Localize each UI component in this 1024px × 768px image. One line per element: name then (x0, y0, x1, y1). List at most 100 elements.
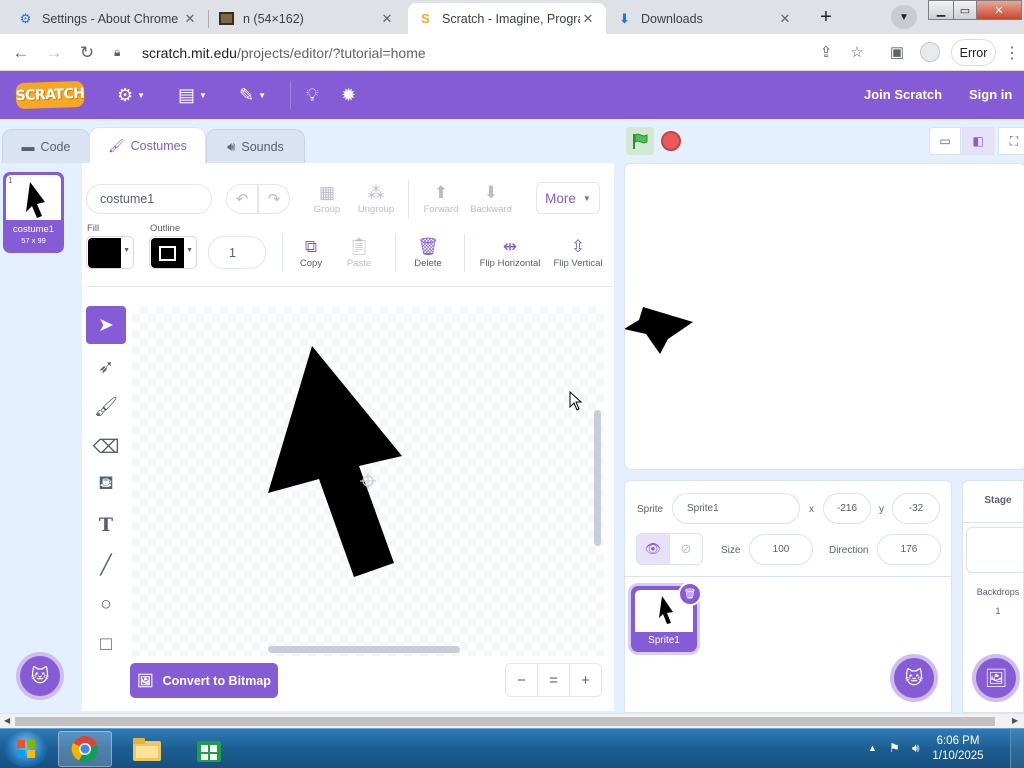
scrollbar-thumb[interactable] (15, 717, 995, 726)
circle-tool[interactable]: ○ (86, 586, 126, 624)
y-input[interactable]: -32 (892, 493, 940, 524)
tool-label: Forward (423, 204, 459, 215)
direction-input[interactable]: 176 (877, 534, 941, 565)
flip-horizontal-button[interactable]: ⇹ Flip Horizontal (476, 236, 544, 269)
share-icon[interactable]: ⇪ (814, 40, 838, 64)
side-panel-icon[interactable]: ▣ (885, 40, 909, 64)
close-window-button[interactable]: ✕ (976, 0, 1022, 20)
fill-color-picker[interactable]: ▼ (86, 236, 134, 269)
normal-stage-button[interactable]: ◧ (962, 127, 994, 155)
minimize-button[interactable]: ▁ (928, 0, 954, 20)
page-horizontal-scrollbar[interactable]: ◀ ▶ (0, 713, 1024, 728)
group-button[interactable]: ▦ Group (312, 182, 342, 215)
volume-icon[interactable]: 🔊︎ (912, 741, 920, 756)
fill-tool[interactable]: ⛾ (86, 466, 126, 504)
undo-button[interactable]: ↶ (226, 184, 258, 214)
taskbar-explorer[interactable] (120, 731, 174, 767)
edit-menu[interactable]: ✎ ▼ (239, 84, 266, 106)
tab-sounds[interactable]: 🔊︎ Sounds (206, 129, 305, 163)
sign-in-link[interactable]: Sign in (969, 87, 1012, 102)
reshape-tool[interactable]: ➶ (86, 348, 126, 386)
canvas-vertical-scrollbar[interactable] (594, 410, 601, 546)
hide-sprite-button[interactable]: ⊘ (669, 533, 703, 565)
tab-settings[interactable]: ⚙ Settings - About Chrome ✕ (8, 3, 208, 34)
outline-width-input[interactable]: 1 (208, 236, 266, 269)
join-scratch-link[interactable]: Join Scratch (864, 87, 942, 102)
zoom-in-button[interactable]: + (569, 663, 602, 697)
small-stage-button[interactable]: ▭ (929, 127, 961, 155)
choose-costume-button[interactable]: 🐱︎ (16, 652, 64, 700)
chrome-icon (71, 736, 98, 762)
start-button[interactable] (4, 731, 48, 767)
canvas-horizontal-scrollbar[interactable] (268, 646, 460, 653)
paint-canvas[interactable] (132, 306, 604, 656)
x-input[interactable]: -216 (823, 493, 871, 524)
select-tool[interactable]: ➤ (86, 306, 126, 344)
show-hidden-icons[interactable]: ▲ (868, 743, 877, 753)
more-button[interactable]: More ▼ (536, 182, 600, 214)
backward-button[interactable]: ⬇ Backward (468, 182, 514, 215)
scratch-logo[interactable]: SCRATCH (15, 80, 85, 110)
convert-to-bitmap-button[interactable]: 🖼︎ Convert to Bitmap (130, 663, 278, 698)
tutorials-button[interactable]: 💡︎ (306, 84, 319, 106)
text-tool[interactable]: T (86, 506, 126, 544)
costume-name-input[interactable]: costume1 (86, 184, 212, 214)
size-input[interactable]: 100 (749, 534, 813, 565)
zoom-out-button[interactable]: − (505, 663, 538, 697)
tab-image[interactable]: n (54×162) ✕ (209, 3, 405, 34)
stage-canvas[interactable] (624, 163, 1024, 470)
reload-button[interactable]: ↻ (74, 40, 100, 66)
close-icon[interactable]: ✕ (777, 11, 793, 27)
system-clock[interactable]: 6:06 PM 1/10/2025 (930, 734, 986, 764)
new-tab-button[interactable]: + (813, 5, 839, 29)
green-flag-button[interactable] (626, 127, 654, 155)
ungroup-button[interactable]: ⁂ Ungroup (356, 182, 396, 215)
debug-button[interactable]: ✹ (341, 84, 356, 106)
line-tool[interactable]: ╱ (86, 546, 126, 584)
delete-sprite-button[interactable]: 🗑︎ (678, 582, 702, 606)
flip-vertical-button[interactable]: ⇳ Flip Vertical (550, 236, 606, 269)
forward-button[interactable]: → (41, 40, 67, 66)
fullscreen-button[interactable]: ⛶ (998, 127, 1024, 155)
profile-avatar[interactable] (920, 42, 940, 62)
close-icon[interactable]: ✕ (580, 11, 596, 27)
zoom-reset-button[interactable]: = (537, 663, 570, 697)
paste-button[interactable]: 📋︎ Paste (343, 236, 375, 269)
forward-button[interactable]: ⬆ Forward (420, 182, 462, 215)
scroll-left-icon[interactable]: ◀ (4, 716, 10, 725)
file-menu[interactable]: ▤ ▼ (178, 84, 207, 106)
back-button[interactable]: ← (8, 40, 34, 66)
tab-downloads[interactable]: ⬇ Downloads ✕ (607, 3, 803, 34)
taskbar-chrome[interactable] (58, 731, 112, 767)
choose-sprite-button[interactable]: 🐱︎ (890, 654, 938, 702)
error-button[interactable]: Error (951, 39, 996, 66)
network-icon[interactable]: ⚑ (889, 741, 900, 755)
tab-scratch[interactable]: S Scratch - Imagine, Progra ✕ (408, 3, 606, 34)
more-menu-icon[interactable]: ⋮ (1004, 43, 1020, 63)
scroll-right-icon[interactable]: ▶ (1012, 716, 1018, 725)
stop-button[interactable] (661, 131, 681, 151)
redo-button[interactable]: ↷ (258, 184, 290, 214)
delete-button[interactable]: 🗑︎ Delete (410, 236, 446, 269)
eraser-tool[interactable]: ⌫ (86, 428, 126, 466)
close-icon[interactable]: ✕ (379, 11, 395, 27)
tab-search-button[interactable]: ▼ (891, 5, 917, 29)
brush-tool[interactable]: 🖌︎ (86, 388, 126, 426)
taskbar-store[interactable] (182, 731, 236, 767)
outline-color-picker[interactable]: ▼ (149, 236, 197, 269)
stage-thumbnail[interactable] (966, 527, 1024, 573)
sprite-name-input[interactable]: Sprite1 (672, 493, 800, 524)
settings-menu[interactable]: ⚙ ▼ (117, 84, 145, 106)
tab-code[interactable]: ▬ Code (2, 129, 90, 163)
tab-costumes[interactable]: 🖌︎ Costumes (89, 127, 206, 163)
close-icon[interactable]: ✕ (182, 11, 198, 27)
url-field[interactable]: 🔒︎ scratch.mit.edu/projects/editor/?tuto… (108, 38, 878, 67)
maximize-button[interactable]: ▭ (953, 0, 977, 20)
choose-backdrop-button[interactable]: 🖼︎ (972, 654, 1020, 702)
rectangle-tool[interactable]: □ (86, 626, 126, 664)
costume-tile[interactable]: 1 costume1 57 x 99 (3, 172, 64, 253)
show-desktop-button[interactable] (1010, 729, 1024, 768)
copy-button[interactable]: ⧉ Copy (296, 236, 326, 269)
show-sprite-button[interactable]: 👁︎ (636, 533, 670, 565)
star-icon[interactable]: ☆ (845, 40, 869, 64)
